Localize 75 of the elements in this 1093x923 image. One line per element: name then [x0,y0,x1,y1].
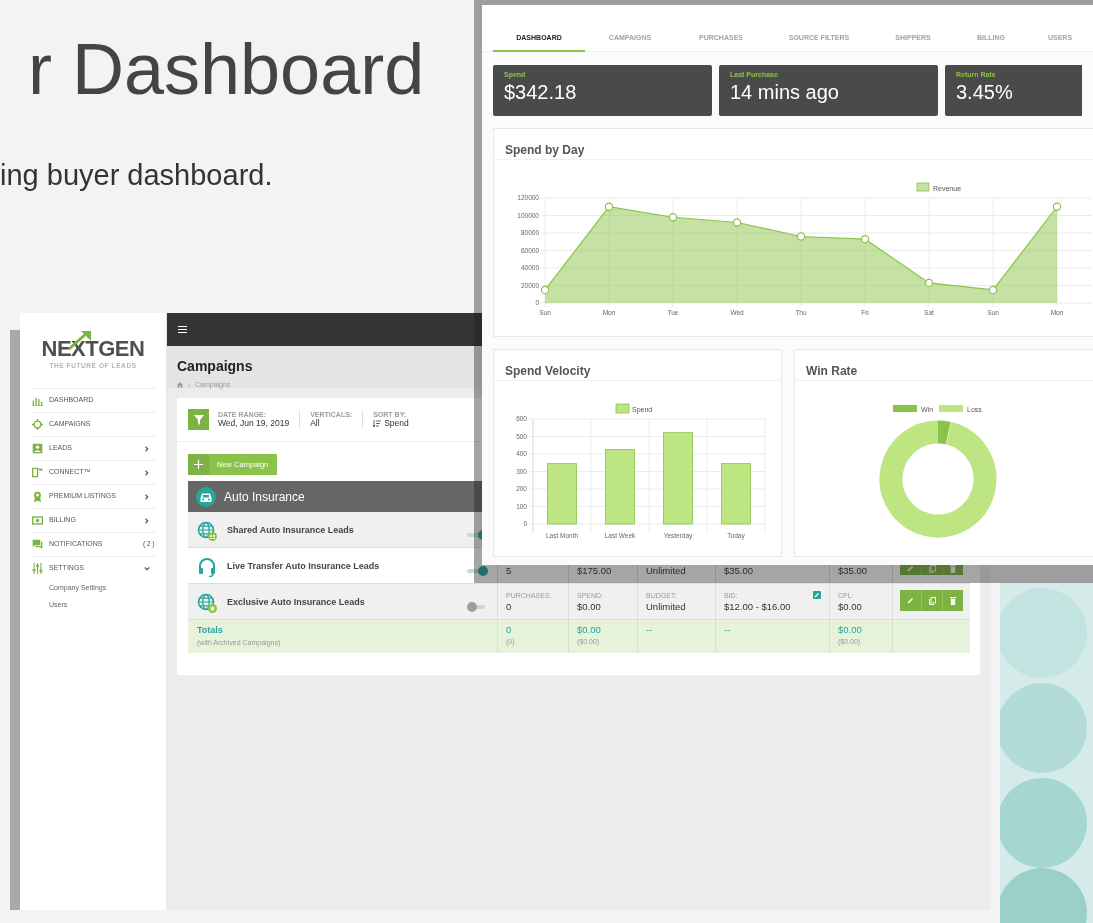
total-value: -- [646,623,654,637]
stat-value: $0.00 [577,600,602,614]
id-card-icon [32,443,43,454]
stat-value: $175.00 [577,564,613,578]
stat-value: 0 [506,600,513,614]
filter-button[interactable] [188,409,209,430]
data-point [988,285,998,295]
page-subheading: ing buyer dashboard. [0,158,273,193]
card-title: Win Rate [806,364,858,378]
data-point [732,218,742,227]
stat-value: $35.00 [838,564,869,578]
filter-value[interactable]: Spend [373,418,409,429]
phone-icon [32,467,43,478]
stat-value: Unlimited [646,600,687,614]
copy-button[interactable] [921,590,942,611]
legend-swatch [615,403,630,414]
data-point [604,202,614,211]
bar [547,463,577,525]
globe-icon [197,521,217,541]
campaign-name[interactable]: Live Transfer Auto Insurance Leads [227,560,380,574]
bar [721,463,751,525]
legend-swatch [916,182,930,192]
stat-value: $0.00 [838,600,863,614]
edit-button[interactable] [900,565,921,575]
funnel-icon [193,414,204,425]
card-title: Spend by Day [505,143,585,157]
totals-label: Totals [197,624,224,637]
home-icon[interactable] [177,382,183,389]
filter-value[interactable]: All [310,418,353,429]
campaign-name[interactable]: Exclusive Auto Insurance Leads [227,596,365,610]
stat-value: 5 [506,564,513,578]
data-point [668,213,678,222]
car-icon [196,486,216,507]
sort-icon [373,420,382,427]
edit-button[interactable] [900,590,921,611]
stat-value: Unlimited [646,564,687,578]
total-value: $0.00 [577,623,602,637]
group-title: Auto Insurance [224,488,305,506]
chat-icon [32,539,43,550]
bar-chart-icon [32,395,43,406]
delete-button[interactable] [942,565,963,575]
data-point [796,232,806,241]
total-value: -- [724,623,732,637]
stat-value: $12.00 - $16.00 [724,600,792,614]
delete-button[interactable] [942,590,963,611]
crosshair-icon [32,419,43,430]
menu-icon[interactable] [178,326,187,333]
plus-icon [194,460,203,469]
sliders-icon [32,563,43,574]
headset-icon [197,557,217,577]
data-point [1052,202,1062,211]
data-point [540,285,550,295]
card-title: Spend Velocity [505,364,591,378]
stat-value: $342.18 [504,80,578,104]
toggle-switch[interactable] [467,566,485,576]
ribbon-icon [32,491,43,502]
data-point [924,278,934,288]
banknote-icon [32,515,43,526]
globe-icon [197,593,217,613]
toggle-switch[interactable] [467,602,485,612]
stat-value: $35.00 [724,564,755,578]
page-title: Campaigns [177,358,253,375]
page-heading: r Dashboard [28,28,425,111]
total-value: 0 [506,623,513,637]
pencil-icon [907,597,914,604]
copy-icon [928,596,936,605]
total-value: $0.00 [838,623,863,637]
stat-value: 3.45% [956,80,1014,104]
filter-value[interactable]: Wed, Jun 19, 2019 [218,418,290,429]
data-point [860,234,870,244]
edit-icon[interactable] [813,591,821,599]
logo-wordmark: NEXTGEN [41,338,145,361]
trash-icon [950,596,956,605]
campaign-name[interactable]: Shared Auto Insurance Leads [227,524,354,538]
stat-value: 14 mins ago [730,80,840,104]
